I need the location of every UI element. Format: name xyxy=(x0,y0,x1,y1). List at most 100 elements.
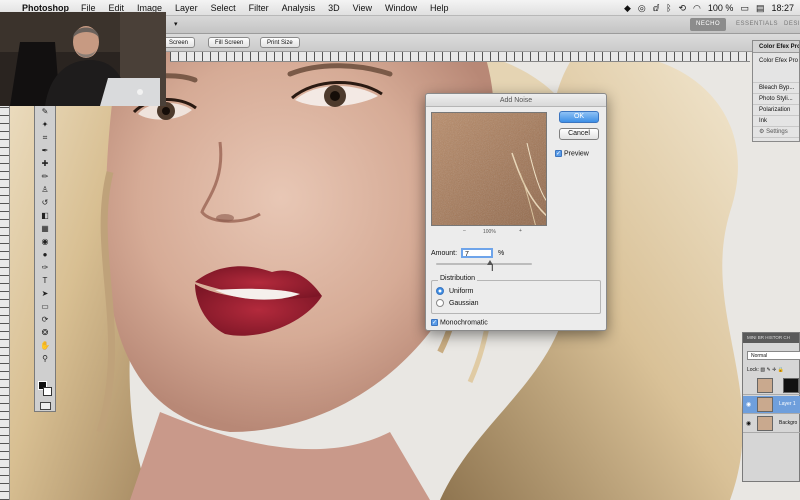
color-efex-search[interactable] xyxy=(753,69,799,83)
lock-transparency-icon[interactable]: ▧ xyxy=(760,367,765,373)
lock-position-icon[interactable]: ✛ xyxy=(772,367,776,373)
zoom-tool-icon[interactable]: ⚲ xyxy=(35,352,55,365)
visibility-eye-icon[interactable]: ◉ xyxy=(746,401,751,408)
layer-row-adjustment[interactable] xyxy=(743,377,800,395)
eyedropper-tool-icon[interactable]: ✒ xyxy=(35,144,55,157)
menu-select[interactable]: Select xyxy=(211,3,236,13)
menu-window[interactable]: Window xyxy=(385,3,417,13)
menu-view[interactable]: View xyxy=(353,3,372,13)
blend-mode-select[interactable]: Normal xyxy=(747,351,800,360)
zoom-in-button[interactable]: + xyxy=(519,228,522,234)
document-canvas[interactable] xyxy=(10,52,800,500)
filter-polarization[interactable]: Polarization xyxy=(753,105,799,116)
menubar-clock[interactable]: 18:27 xyxy=(771,3,794,13)
clone-stamp-tool-icon[interactable]: ♙ xyxy=(35,183,55,196)
monochromatic-label: Monochromatic xyxy=(439,319,488,327)
ruler-horizontal xyxy=(170,52,750,62)
eraser-tool-icon[interactable]: ◧ xyxy=(35,209,55,222)
ok-button[interactable]: OK xyxy=(559,111,599,123)
lock-pixels-icon[interactable]: ✎ xyxy=(766,367,770,373)
amount-row: Amount: 7 % xyxy=(431,248,504,258)
lock-row: Lock: ▧ ✎ ✛ 🔒 xyxy=(747,367,784,373)
script-icon[interactable]: ⅆ xyxy=(653,3,659,14)
preview-checkbox-row[interactable]: ✓ Preview xyxy=(555,150,589,157)
type-tool-icon[interactable]: T xyxy=(35,274,55,287)
monochromatic-checkbox-row[interactable]: ✓ Monochromatic xyxy=(431,319,488,326)
gradient-tool-icon[interactable]: ▦ xyxy=(35,222,55,235)
gear-icon: ⚙ xyxy=(759,129,765,135)
workspace-essentials[interactable]: ESSENTIALS xyxy=(730,18,784,31)
brush-tool-icon[interactable]: ✏ xyxy=(35,170,55,183)
path-select-tool-icon[interactable]: ➤ xyxy=(35,287,55,300)
history-brush-tool-icon[interactable]: ↺ xyxy=(35,196,55,209)
3d-orbit-tool-icon[interactable]: ❂ xyxy=(35,326,55,339)
workspace-design[interactable]: DESIGN xyxy=(778,18,800,31)
filter-ink[interactable]: Ink xyxy=(753,116,799,127)
webcam-overlay xyxy=(0,12,166,106)
layers-panel-tabs[interactable]: MINI BR HISTOR CH xyxy=(743,333,799,343)
preview-label: Preview xyxy=(563,150,589,158)
menu-image[interactable]: Image xyxy=(137,3,162,13)
battery-icon[interactable]: ▭ xyxy=(740,3,749,14)
time-machine-icon[interactable]: ⟲ xyxy=(679,3,687,14)
input-flag-icon[interactable]: ▤ xyxy=(756,3,765,14)
layer-row-background[interactable]: ◉ Backgro xyxy=(743,415,800,433)
cancel-button[interactable]: Cancel xyxy=(559,128,599,140)
menu-app-name[interactable]: Photoshop xyxy=(22,3,69,13)
noise-preview[interactable] xyxy=(431,112,547,226)
crop-tool-icon[interactable]: ⌗ xyxy=(35,131,55,144)
bluetooth-icon[interactable]: ᛒ xyxy=(666,3,671,13)
preview-checkbox[interactable]: ✓ xyxy=(555,150,562,157)
quick-select-tool-icon[interactable]: ✦ xyxy=(35,118,55,131)
blur-tool-icon[interactable]: ◉ xyxy=(35,235,55,248)
lasso-tool-icon[interactable]: ✎ xyxy=(35,105,55,118)
layer-row-layer-1[interactable]: ◉ Layer 1 xyxy=(743,396,800,414)
color-efex-header: Color Efex Pro xyxy=(759,58,799,64)
menu-filter[interactable]: Filter xyxy=(249,3,269,13)
preview-zoom-controls: – 100% + xyxy=(431,228,547,237)
amount-slider-track[interactable] xyxy=(436,263,532,265)
wifi-icon[interactable]: ◠ xyxy=(693,3,701,14)
filter-bleach-bypass[interactable]: Bleach Byp... xyxy=(753,83,799,94)
amount-input[interactable]: 7 xyxy=(461,248,494,258)
fill-screen-button[interactable]: Fill Screen xyxy=(208,37,251,48)
radio-gaussian[interactable] xyxy=(436,299,444,307)
healing-brush-tool-icon[interactable]: ✚ xyxy=(35,157,55,170)
workspace-necho[interactable]: NECHO xyxy=(690,18,727,31)
hand-tool-icon[interactable]: ✋ xyxy=(35,339,55,352)
menu-file[interactable]: File xyxy=(81,3,96,13)
menu-help[interactable]: Help xyxy=(430,3,449,13)
menu-layer[interactable]: Layer xyxy=(175,3,198,13)
layer-mask-thumbnail[interactable] xyxy=(783,378,799,393)
ruler-vertical xyxy=(0,62,10,500)
uniform-label: Uniform xyxy=(448,287,474,295)
background-color-swatch[interactable] xyxy=(43,387,52,396)
color-efex-settings[interactable]: ⚙ Settings xyxy=(753,127,799,138)
visibility-eye-icon[interactable]: ◉ xyxy=(746,420,751,427)
monochromatic-checkbox[interactable]: ✓ xyxy=(431,319,438,326)
dialog-title[interactable]: Add Noise xyxy=(426,94,606,107)
battery-percent: 100 % xyxy=(707,3,734,13)
chevron-down-icon[interactable]: ▾ xyxy=(174,20,178,28)
portrait-photo xyxy=(10,52,800,500)
menu-analysis[interactable]: Analysis xyxy=(282,3,316,13)
dodge-tool-icon[interactable]: ● xyxy=(35,248,55,261)
shape-tool-icon[interactable]: ▭ xyxy=(35,300,55,313)
lock-all-icon[interactable]: 🔒 xyxy=(778,367,784,373)
3d-rotate-tool-icon[interactable]: ⟳ xyxy=(35,313,55,326)
dropbox-icon[interactable]: ◆ xyxy=(624,3,631,14)
creative-cloud-icon[interactable]: ◎ xyxy=(638,3,646,14)
status-area: ◆ ◎ ⅆ ᛒ ⟲ ◠ 100 % ▭ ▤ 18:27 xyxy=(624,0,800,16)
quick-mask-icon[interactable] xyxy=(40,402,51,410)
zoom-out-button[interactable]: – xyxy=(463,228,466,234)
pen-tool-icon[interactable]: ✑ xyxy=(35,261,55,274)
filter-photo-stylizer[interactable]: Photo Styli... xyxy=(753,94,799,105)
print-size-button[interactable]: Print Size xyxy=(260,37,300,48)
distribution-uniform-option[interactable]: Uniform xyxy=(436,287,473,295)
color-efex-title[interactable]: Color Efex Pro xyxy=(753,41,799,53)
actual-screen-button[interactable]: Screen xyxy=(162,37,196,48)
menu-3d[interactable]: 3D xyxy=(328,3,340,13)
distribution-gaussian-option[interactable]: Gaussian xyxy=(436,299,479,307)
menu-edit[interactable]: Edit xyxy=(109,3,125,13)
radio-uniform[interactable] xyxy=(436,287,444,295)
